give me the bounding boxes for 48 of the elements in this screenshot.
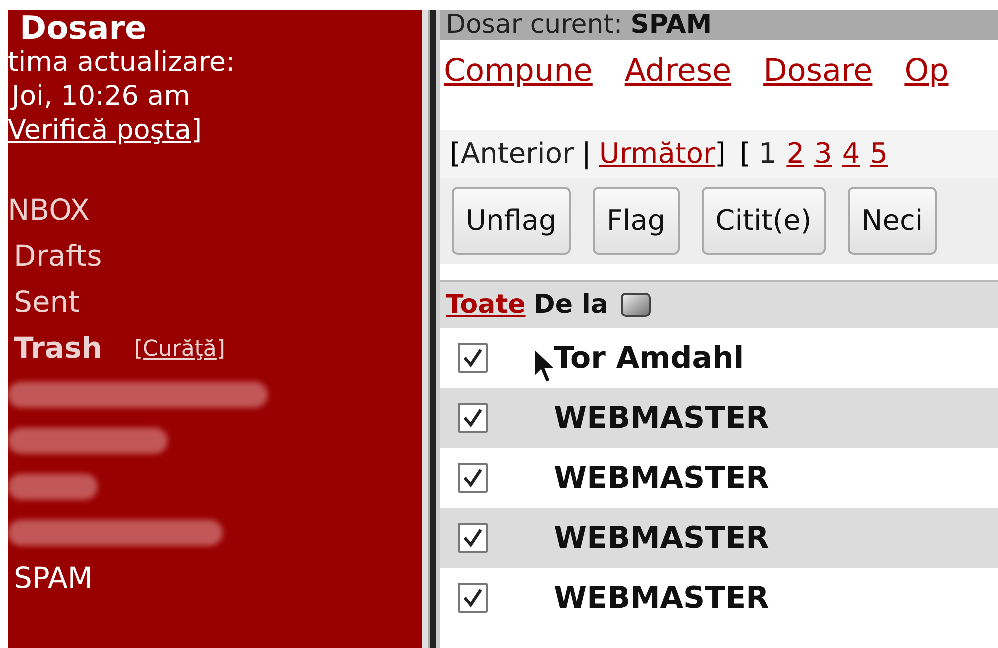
- folder-link[interactable]: SPAM: [14, 557, 93, 601]
- checkbox[interactable]: [458, 463, 488, 493]
- action-button[interactable]: Flag: [592, 187, 680, 255]
- menu-link[interactable]: Dosare: [764, 48, 873, 94]
- page-link[interactable]: 1: [758, 133, 777, 175]
- folder-link[interactable]: NBOX: [8, 189, 90, 233]
- sort-icon[interactable]: [620, 293, 650, 317]
- folder-link[interactable]: Drafts: [14, 235, 102, 279]
- frame-divider[interactable]: [422, 10, 440, 648]
- page-link[interactable]: 4: [842, 133, 860, 175]
- bracket-text: [: [134, 336, 143, 364]
- separator-text: |: [580, 136, 592, 172]
- sender-cell-text: WEBMASTER: [554, 460, 770, 498]
- bracket-text: ]: [715, 136, 726, 172]
- action-button[interactable]: Citit(e): [702, 187, 826, 255]
- sender-cell-text: WEBMASTER: [554, 400, 770, 438]
- bracket-text: ]: [191, 114, 202, 148]
- sender-cell-text: Tor Amdahl: [554, 340, 744, 378]
- page-link[interactable]: 2: [786, 133, 805, 175]
- checkbox[interactable]: [458, 523, 488, 553]
- menu-link[interactable]: Adrese: [624, 48, 732, 94]
- next-link[interactable]: Următor: [599, 133, 715, 175]
- sidebar-title: Dosare: [19, 10, 147, 46]
- last-update-label: tima actualizare:: [8, 46, 236, 80]
- current-folder-label: Dosar curent:: [446, 10, 623, 40]
- bracket-text: ]: [216, 336, 226, 364]
- page-link[interactable]: 5: [870, 133, 888, 175]
- column-header: De la: [534, 288, 608, 322]
- menu-link[interactable]: Compune: [444, 48, 593, 94]
- bracket-text: [: [740, 136, 751, 172]
- checkbox[interactable]: [458, 403, 488, 433]
- folder-link[interactable]: Trash: [14, 327, 102, 371]
- sender-cell-text: WEBMASTER: [554, 580, 770, 618]
- action-button[interactable]: Unflag: [452, 187, 571, 255]
- check-mail-link[interactable]: Verifică poşta: [8, 114, 192, 148]
- page-link[interactable]: 3: [814, 133, 832, 175]
- select-all-link[interactable]: Toate: [446, 286, 526, 324]
- checkbox[interactable]: [458, 343, 488, 373]
- menu-link[interactable]: Op: [904, 48, 949, 94]
- folder-link[interactable]: Sent: [14, 281, 80, 325]
- bracket-text: [: [450, 136, 461, 172]
- sender-cell-text: WEBMASTER: [554, 520, 770, 558]
- checkbox[interactable]: [458, 583, 488, 613]
- action-button[interactable]: Neci: [848, 187, 938, 255]
- last-update-time: Joi, 10:26 am: [10, 80, 192, 114]
- purge-link[interactable]: Curăţă: [142, 332, 217, 366]
- previous-link[interactable]: Anterior: [460, 133, 574, 175]
- current-folder-name: SPAM: [630, 10, 712, 40]
